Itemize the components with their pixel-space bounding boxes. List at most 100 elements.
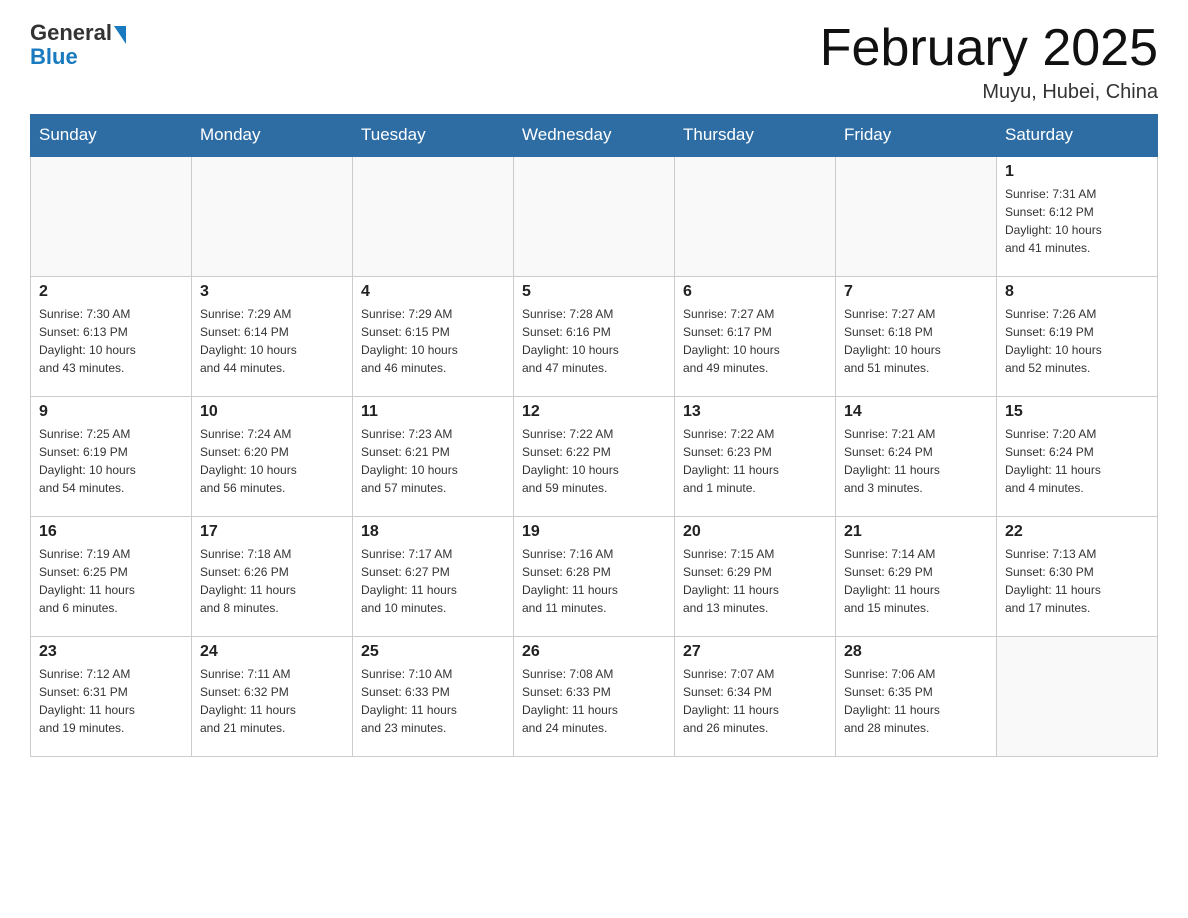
table-row: 7Sunrise: 7:27 AM Sunset: 6:18 PM Daylig… bbox=[836, 276, 997, 396]
table-row: 26Sunrise: 7:08 AM Sunset: 6:33 PM Dayli… bbox=[514, 636, 675, 756]
day-info: Sunrise: 7:23 AM Sunset: 6:21 PM Dayligh… bbox=[361, 425, 505, 497]
table-row: 18 Sunrise: 7:17 AM Sunset: 6:27 PM Dayli… bbox=[353, 516, 514, 636]
header-friday: Friday bbox=[836, 115, 997, 157]
day-number: 22 bbox=[1005, 523, 1149, 541]
table-row: 9Sunrise: 7:25 AM Sunset: 6:19 PM Daylig… bbox=[31, 396, 192, 516]
day-info: Sunrise: 7:17 AM Sunset: 6:27 PM Dayligh… bbox=[361, 545, 505, 617]
day-number: 23 bbox=[39, 643, 183, 661]
day-info: Sunrise: 7:28 AM Sunset: 6:16 PM Dayligh… bbox=[522, 305, 666, 377]
table-row: 1Sunrise: 7:31 AM Sunset: 6:12 PM Daylig… bbox=[997, 156, 1158, 276]
header-monday: Monday bbox=[192, 115, 353, 157]
day-info: Sunrise: 7:27 AM Sunset: 6:18 PM Dayligh… bbox=[844, 305, 988, 377]
day-number: 20 bbox=[683, 523, 827, 541]
table-row: 15 Sunrise: 7:20 AM Sunset: 6:24 PM Dayli… bbox=[997, 396, 1158, 516]
day-info: Sunrise: 7:06 AM Sunset: 6:35 PM Dayligh… bbox=[844, 665, 988, 737]
logo-general-text: General bbox=[30, 20, 112, 46]
day-number: 16 bbox=[39, 523, 183, 541]
table-row: 3Sunrise: 7:29 AM Sunset: 6:14 PM Daylig… bbox=[192, 276, 353, 396]
table-row: 11 Sunrise: 7:23 AM Sunset: 6:21 PM Dayli… bbox=[353, 396, 514, 516]
day-number: 4 bbox=[361, 283, 505, 301]
day-info: Sunrise: 7:30 AM Sunset: 6:13 PM Dayligh… bbox=[39, 305, 183, 377]
table-row: 17 Sunrise: 7:18 AM Sunset: 6:26 PM Dayli… bbox=[192, 516, 353, 636]
day-info: Sunrise: 7:19 AM Sunset: 6:25 PM Dayligh… bbox=[39, 545, 183, 617]
table-row: 4Sunrise: 7:29 AM Sunset: 6:15 PM Daylig… bbox=[353, 276, 514, 396]
day-info: Sunrise: 7:07 AM Sunset: 6:34 PM Dayligh… bbox=[683, 665, 827, 737]
table-row: 19 Sunrise: 7:16 AM Sunset: 6:28 PM Dayli… bbox=[514, 516, 675, 636]
calendar-week-1: 1Sunrise: 7:31 AM Sunset: 6:12 PM Daylig… bbox=[31, 156, 1158, 276]
table-row bbox=[836, 156, 997, 276]
table-row bbox=[192, 156, 353, 276]
day-number: 21 bbox=[844, 523, 988, 541]
table-row: 8 Sunrise: 7:26 AM Sunset: 6:19 PM Daylig… bbox=[997, 276, 1158, 396]
title-block: February 2025 Muyu, Hubei, China bbox=[820, 20, 1158, 104]
table-row: 22Sunrise: 7:13 AM Sunset: 6:30 PM Dayli… bbox=[997, 516, 1158, 636]
table-row: 21 Sunrise: 7:14 AM Sunset: 6:29 PM Dayli… bbox=[836, 516, 997, 636]
location-text: Muyu, Hubei, China bbox=[820, 81, 1158, 104]
day-number: 12 bbox=[522, 403, 666, 421]
table-row: 14 Sunrise: 7:21 AM Sunset: 6:24 PM Dayli… bbox=[836, 396, 997, 516]
day-number: 2 bbox=[39, 283, 183, 301]
header-thursday: Thursday bbox=[675, 115, 836, 157]
table-row: 28 Sunrise: 7:06 AM Sunset: 6:35 PM Dayli… bbox=[836, 636, 997, 756]
month-title: February 2025 bbox=[820, 20, 1158, 77]
calendar-week-2: 2 Sunrise: 7:30 AM Sunset: 6:13 PM Daylig… bbox=[31, 276, 1158, 396]
day-number: 15 bbox=[1005, 403, 1149, 421]
table-row: 24 Sunrise: 7:11 AM Sunset: 6:32 PM Dayli… bbox=[192, 636, 353, 756]
day-number: 8 bbox=[1005, 283, 1149, 301]
day-info: Sunrise: 7:16 AM Sunset: 6:28 PM Dayligh… bbox=[522, 545, 666, 617]
header-tuesday: Tuesday bbox=[353, 115, 514, 157]
page-header: General Blue February 2025 Muyu, Hubei, … bbox=[30, 20, 1158, 104]
day-info: Sunrise: 7:27 AM Sunset: 6:17 PM Dayligh… bbox=[683, 305, 827, 377]
logo: General Blue bbox=[30, 20, 126, 70]
day-info: Sunrise: 7:08 AM Sunset: 6:33 PM Dayligh… bbox=[522, 665, 666, 737]
day-number: 13 bbox=[683, 403, 827, 421]
day-info: Sunrise: 7:26 AM Sunset: 6:19 PM Dayligh… bbox=[1005, 305, 1149, 377]
calendar-week-4: 16 Sunrise: 7:19 AM Sunset: 6:25 PM Dayli… bbox=[31, 516, 1158, 636]
day-info: Sunrise: 7:20 AM Sunset: 6:24 PM Dayligh… bbox=[1005, 425, 1149, 497]
day-number: 27 bbox=[683, 643, 827, 661]
table-row bbox=[514, 156, 675, 276]
day-info: Sunrise: 7:10 AM Sunset: 6:33 PM Dayligh… bbox=[361, 665, 505, 737]
day-info: Sunrise: 7:22 AM Sunset: 6:23 PM Dayligh… bbox=[683, 425, 827, 497]
table-row: 12 Sunrise: 7:22 AM Sunset: 6:22 PM Dayli… bbox=[514, 396, 675, 516]
table-row: 27 Sunrise: 7:07 AM Sunset: 6:34 PM Dayli… bbox=[675, 636, 836, 756]
day-number: 1 bbox=[1005, 163, 1149, 181]
day-info: Sunrise: 7:18 AM Sunset: 6:26 PM Dayligh… bbox=[200, 545, 344, 617]
day-info: Sunrise: 7:15 AM Sunset: 6:29 PM Dayligh… bbox=[683, 545, 827, 617]
day-number: 14 bbox=[844, 403, 988, 421]
day-number: 18 bbox=[361, 523, 505, 541]
day-number: 28 bbox=[844, 643, 988, 661]
calendar-table: Sunday Monday Tuesday Wednesday Thursday… bbox=[30, 114, 1158, 757]
table-row bbox=[997, 636, 1158, 756]
header-wednesday: Wednesday bbox=[514, 115, 675, 157]
day-number: 6 bbox=[683, 283, 827, 301]
table-row: 5 Sunrise: 7:28 AM Sunset: 6:16 PM Daylig… bbox=[514, 276, 675, 396]
day-number: 11 bbox=[361, 403, 505, 421]
day-info: Sunrise: 7:24 AM Sunset: 6:20 PM Dayligh… bbox=[200, 425, 344, 497]
day-info: Sunrise: 7:29 AM Sunset: 6:14 PM Dayligh… bbox=[200, 305, 344, 377]
table-row bbox=[675, 156, 836, 276]
day-number: 19 bbox=[522, 523, 666, 541]
calendar-header-row: Sunday Monday Tuesday Wednesday Thursday… bbox=[31, 115, 1158, 157]
table-row: 13 Sunrise: 7:22 AM Sunset: 6:23 PM Dayli… bbox=[675, 396, 836, 516]
table-row: 20 Sunrise: 7:15 AM Sunset: 6:29 PM Dayli… bbox=[675, 516, 836, 636]
table-row: 25 Sunrise: 7:10 AM Sunset: 6:33 PM Dayli… bbox=[353, 636, 514, 756]
day-number: 25 bbox=[361, 643, 505, 661]
table-row: 2 Sunrise: 7:30 AM Sunset: 6:13 PM Daylig… bbox=[31, 276, 192, 396]
day-number: 5 bbox=[522, 283, 666, 301]
table-row bbox=[353, 156, 514, 276]
table-row bbox=[31, 156, 192, 276]
day-info: Sunrise: 7:14 AM Sunset: 6:29 PM Dayligh… bbox=[844, 545, 988, 617]
day-number: 24 bbox=[200, 643, 344, 661]
day-info: Sunrise: 7:11 AM Sunset: 6:32 PM Dayligh… bbox=[200, 665, 344, 737]
table-row: 6 Sunrise: 7:27 AM Sunset: 6:17 PM Daylig… bbox=[675, 276, 836, 396]
day-number: 17 bbox=[200, 523, 344, 541]
logo-blue-text: Blue bbox=[30, 44, 78, 70]
day-info: Sunrise: 7:22 AM Sunset: 6:22 PM Dayligh… bbox=[522, 425, 666, 497]
day-info: Sunrise: 7:21 AM Sunset: 6:24 PM Dayligh… bbox=[844, 425, 988, 497]
table-row: 23Sunrise: 7:12 AM Sunset: 6:31 PM Dayli… bbox=[31, 636, 192, 756]
day-number: 9 bbox=[39, 403, 183, 421]
day-number: 10 bbox=[200, 403, 344, 421]
table-row: 16 Sunrise: 7:19 AM Sunset: 6:25 PM Dayli… bbox=[31, 516, 192, 636]
calendar-week-5: 23Sunrise: 7:12 AM Sunset: 6:31 PM Dayli… bbox=[31, 636, 1158, 756]
